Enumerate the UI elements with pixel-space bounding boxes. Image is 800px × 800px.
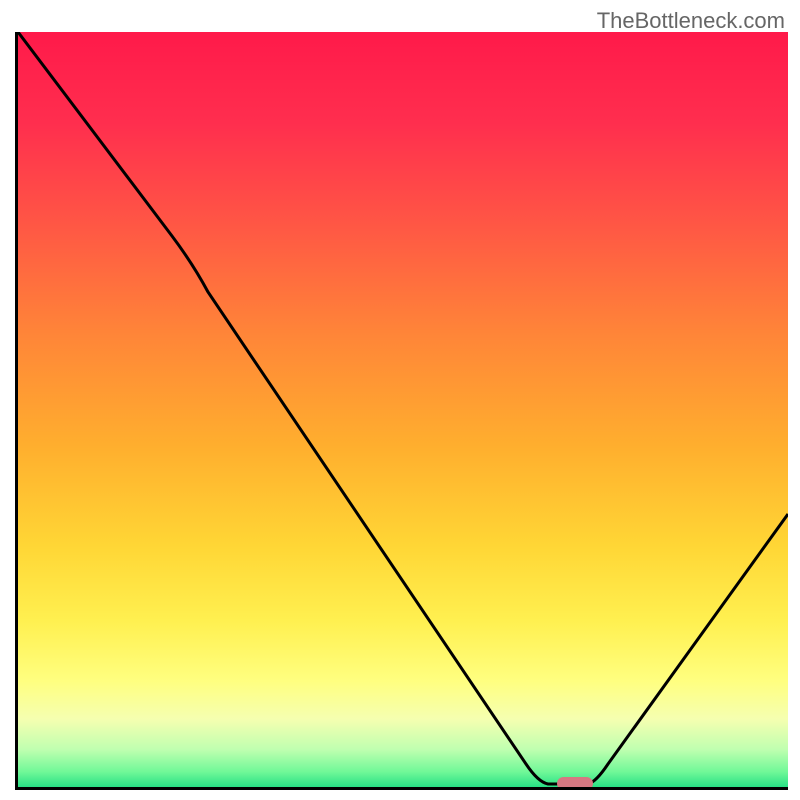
chart-plot-area bbox=[15, 32, 788, 790]
chart-container: TheBottleneck.com bbox=[0, 0, 800, 800]
watermark-text: TheBottleneck.com bbox=[597, 8, 785, 34]
optimal-point-marker bbox=[557, 777, 593, 790]
bottleneck-curve bbox=[18, 32, 788, 787]
